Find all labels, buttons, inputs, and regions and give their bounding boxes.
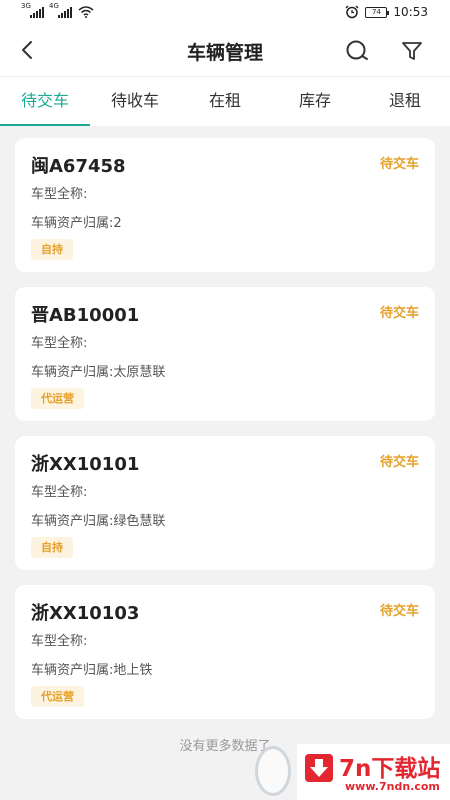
cellular-signal-icon: 3G [21, 2, 44, 18]
download-arrow-icon [305, 754, 333, 782]
vehicle-model: 车型全称: [31, 187, 88, 202]
license-plate: 闽A67458 [31, 156, 126, 177]
license-plate: 晋AB10001 [31, 305, 140, 326]
top-nav-bar: 车辆管理 [0, 26, 450, 76]
operation-type-badge: 代运营 [31, 388, 84, 409]
asset-owner: 车辆资产归属:绿色慧联 [31, 514, 166, 529]
license-plate: 浙XX10101 [31, 454, 140, 475]
operation-type-badge: 自持 [31, 537, 73, 558]
vehicle-card[interactable]: 浙XX10101 待交车 车型全称: 车辆资产归属:绿色慧联 自持 [15, 436, 435, 570]
operation-type-badge: 自持 [31, 239, 73, 260]
asset-owner: 车辆资产归属:地上铁 [31, 663, 153, 678]
operation-type-badge: 代运营 [31, 686, 84, 707]
alarm-icon [345, 5, 359, 19]
vehicle-model: 车型全称: [31, 485, 88, 500]
status-label: 待交车 [379, 604, 419, 619]
wifi-icon [78, 6, 94, 18]
watermark-logo: 7n下载站 www.7ndn.com [255, 744, 450, 800]
filter-icon[interactable] [400, 38, 424, 64]
vehicle-card[interactable]: 浙XX10103 待交车 车型全称: 车辆资产归属:地上铁 代运营 [15, 585, 435, 719]
cellular-signal-icon: 4G [49, 2, 72, 18]
status-bar: 3G 4G 74 10:53 [0, 0, 450, 26]
tab-lease-returned[interactable]: 退租 [360, 77, 450, 126]
vehicle-model: 车型全称: [31, 336, 88, 351]
tab-bar: 待交车 待收车 在租 库存 退租 [0, 76, 450, 126]
tab-pending-delivery[interactable]: 待交车 [0, 77, 90, 126]
tab-inventory[interactable]: 库存 [270, 77, 360, 126]
battery-icon: 74 [365, 6, 390, 18]
tab-on-lease[interactable]: 在租 [180, 77, 270, 126]
vehicle-model: 车型全称: [31, 634, 88, 649]
watermark-circle-icon [255, 746, 291, 796]
vehicle-card[interactable]: 闽A67458 待交车 车型全称: 车辆资产归属:2 自持 [15, 138, 435, 272]
asset-owner: 车辆资产归属:2 [31, 216, 122, 231]
watermark-text: 7n下载站 [339, 756, 441, 782]
page-title: 车辆管理 [186, 42, 263, 64]
vehicle-card[interactable]: 晋AB10001 待交车 车型全称: 车辆资产归属:太原慧联 代运营 [15, 287, 435, 421]
vehicle-list: 闽A67458 待交车 车型全称: 车辆资产归属:2 自持 晋AB10001 待… [15, 138, 435, 734]
clock: 10:53 [393, 5, 428, 19]
tab-pending-return[interactable]: 待收车 [90, 77, 180, 126]
status-label: 待交车 [379, 455, 419, 470]
status-label: 待交车 [379, 306, 419, 321]
watermark-url: www.7ndn.com [345, 780, 440, 793]
license-plate: 浙XX10103 [31, 603, 140, 624]
asset-owner: 车辆资产归属:太原慧联 [31, 365, 166, 380]
search-icon[interactable] [344, 38, 370, 64]
status-label: 待交车 [379, 157, 419, 172]
